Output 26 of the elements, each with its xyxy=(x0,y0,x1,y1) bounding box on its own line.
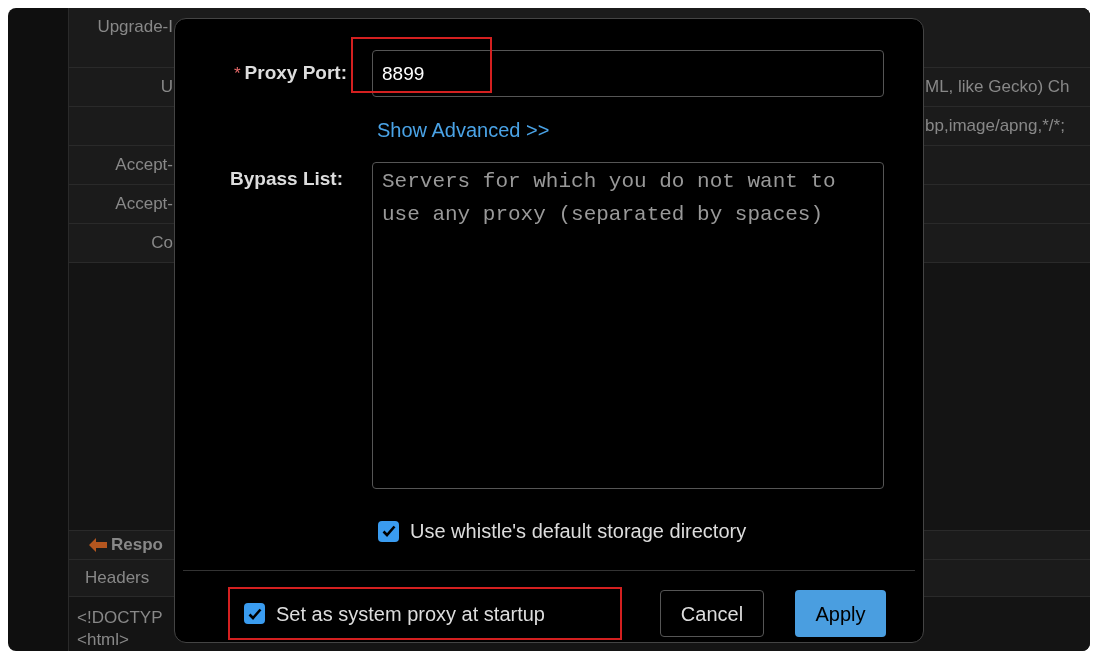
header-name: Accept- xyxy=(115,193,173,216)
port-label: Proxy Port: xyxy=(244,61,347,86)
storage-option-label: Use whistle's default storage directory xyxy=(410,519,747,544)
code-line: <!DOCTYP xyxy=(77,607,163,629)
checkbox[interactable] xyxy=(378,520,399,542)
header-name: Accept- xyxy=(115,154,173,177)
header-name: U xyxy=(160,76,173,99)
port-input[interactable]: 8899 xyxy=(372,50,884,97)
section-title: Respo xyxy=(111,534,163,557)
startup-option-label: Set as system proxy at startup xyxy=(276,601,545,627)
arrow-left-icon xyxy=(89,538,107,552)
checkmark-icon xyxy=(381,525,396,537)
header-value: bp,image/apng,*/*; xyxy=(925,115,1065,138)
cancel-button[interactable]: Cancel xyxy=(660,590,764,637)
header-name: Co xyxy=(151,232,173,255)
bypass-label: Bypass List: xyxy=(229,167,343,191)
headers-tab[interactable]: Headers xyxy=(85,565,150,591)
header-value: ML, like Gecko) Ch xyxy=(925,76,1070,99)
code-line: <html> xyxy=(77,629,129,651)
checkmark-icon xyxy=(247,607,262,620)
header-name: Upgrade-I xyxy=(97,16,173,38)
required-mark: * xyxy=(233,63,241,86)
show-advanced-link[interactable]: Show Advanced >> xyxy=(377,115,550,145)
bypass-textarea[interactable]: Servers for which you do not want to use any proxy (separated by spaces) xyxy=(372,162,884,489)
apply-button[interactable]: Apply xyxy=(795,590,886,637)
checkbox[interactable] xyxy=(244,603,265,624)
